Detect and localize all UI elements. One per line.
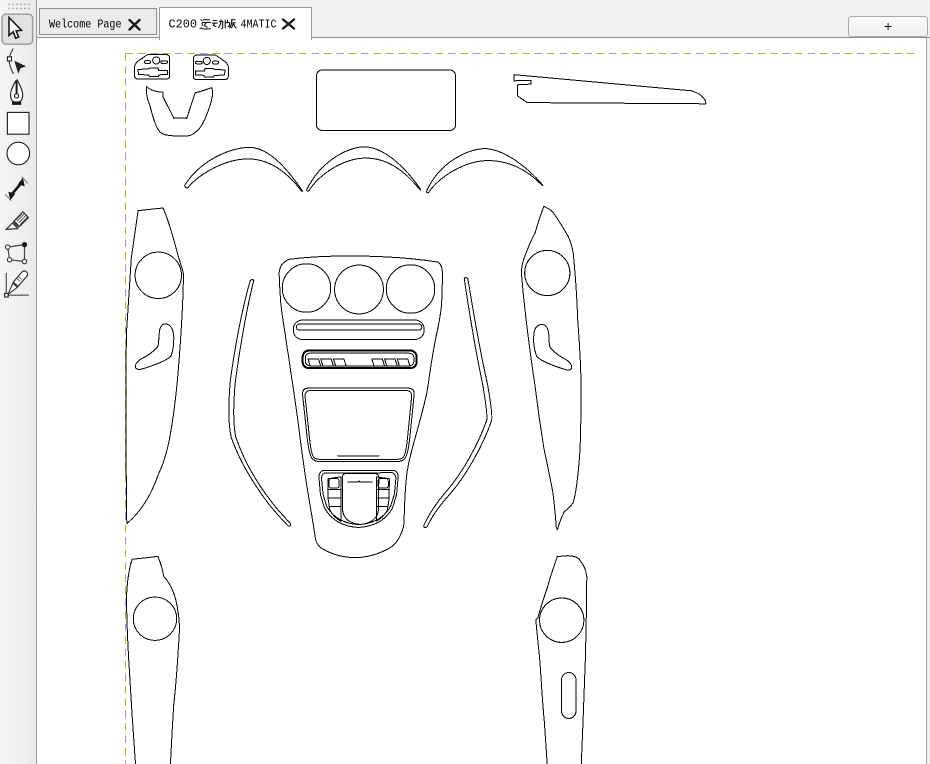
svg-text:C200: C200 [169,17,198,31]
svg-text:4MATIC: 4MATIC [241,17,277,31]
svg-text:+: + [884,18,892,34]
svg-text:Welcome Page: Welcome Page [49,18,122,32]
